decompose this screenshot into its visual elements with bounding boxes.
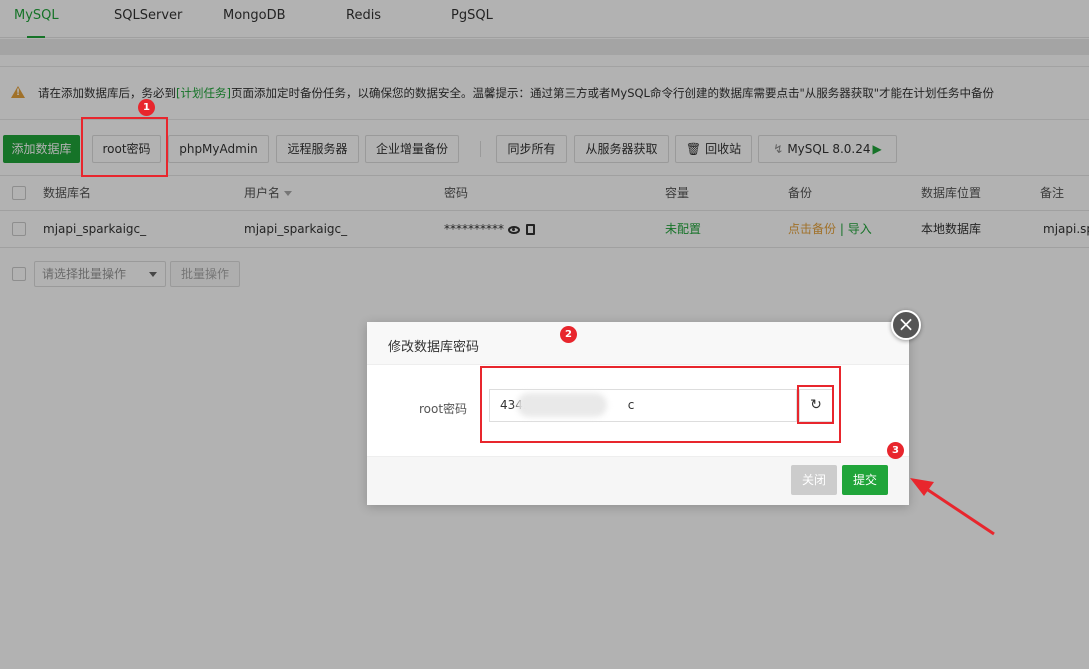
close-icon[interactable]: ×	[891, 310, 921, 340]
annotation-box-refresh	[797, 385, 834, 424]
dialog-header: 修改数据库密码	[367, 322, 909, 365]
submit-button[interactable]: 提交	[842, 465, 888, 495]
annotation-badge-3: 3	[887, 442, 904, 459]
annotation-box-1	[81, 117, 168, 177]
annotation-arrow	[910, 478, 995, 536]
annotation-badge-2: 2	[560, 326, 577, 343]
annotation-box-2	[480, 366, 841, 443]
close-button[interactable]: 关闭	[791, 465, 837, 495]
dialog-title: 修改数据库密码	[388, 340, 480, 355]
dialog-footer: 关闭 提交	[367, 456, 909, 505]
annotation-badge-1: 1	[138, 99, 155, 116]
root-password-label: root密码	[419, 402, 468, 416]
